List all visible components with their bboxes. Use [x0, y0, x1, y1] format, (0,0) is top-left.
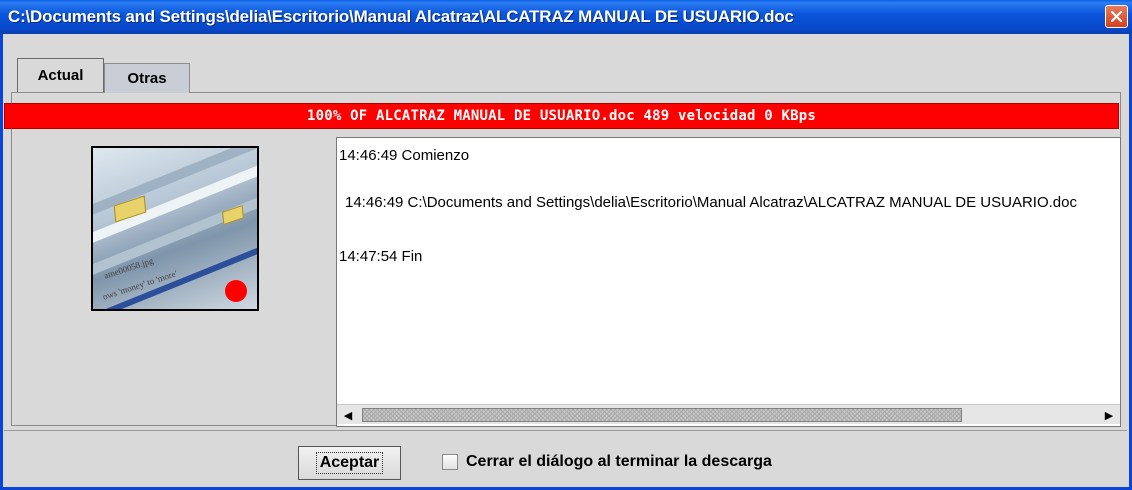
close-on-finish-option[interactable]: Cerrar el diálogo al terminar la descarg… [442, 453, 772, 471]
tab-otras[interactable]: Otras [104, 63, 190, 93]
log-line: 14:46:49 Comienzo [339, 147, 470, 164]
tab-actual-label: Actual [37, 67, 84, 84]
tab-actual[interactable]: Actual [17, 58, 104, 92]
scroll-left-icon[interactable]: ◀ [339, 406, 357, 424]
window-title: C:\Documents and Settings\delia\Escritor… [8, 7, 794, 26]
horizontal-scrollbar[interactable]: ◀ ▶ [337, 404, 1120, 424]
footer-divider [4, 430, 1127, 431]
tab-otras-label: Otras [127, 70, 167, 87]
download-image-icon: ame00058.jpg ows 'money' to 'more' [91, 146, 259, 311]
status-dot [225, 280, 247, 302]
accept-button[interactable]: Aceptar [298, 446, 401, 480]
scrollbar-thumb[interactable] [362, 408, 962, 422]
close-on-finish-label: Cerrar el diálogo al terminar la descarg… [466, 453, 772, 470]
close-button[interactable] [1105, 5, 1128, 28]
log-line: 14:46:49 C:\Documents and Settings\delia… [345, 194, 1077, 211]
close-on-finish-checkbox[interactable] [442, 454, 458, 470]
download-progress-bar: 100% OF ALCATRAZ MANUAL DE USUARIO.doc 4… [4, 103, 1119, 129]
tab-strip: Actual Otras [11, 58, 1121, 93]
scroll-right-icon[interactable]: ▶ [1100, 406, 1118, 424]
log-line: 14:47:54 Fin [339, 248, 423, 265]
title-bar[interactable]: C:\Documents and Settings\delia\Escritor… [0, 0, 1132, 34]
log-area[interactable]: 14:46:49 Comienzo 14:46:49 C:\Documents … [336, 137, 1121, 427]
progress-text: 100% OF ALCATRAZ MANUAL DE USUARIO.doc 4… [306, 108, 817, 124]
close-icon [1110, 10, 1123, 23]
accept-button-label: Aceptar [315, 452, 384, 474]
